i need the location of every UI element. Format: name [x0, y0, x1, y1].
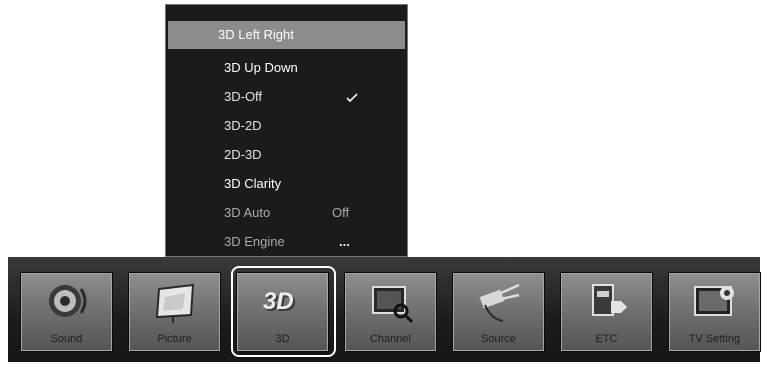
menu-item-3d-off[interactable]: 3D-Off: [168, 83, 405, 111]
tile-label: Picture: [157, 333, 192, 345]
menu-item-2d-3d[interactable]: 2D-3D: [168, 141, 405, 169]
menu-item-3d-engine[interactable]: 3D Engine ...: [168, 228, 405, 256]
menu-item-label: 3D-2D: [224, 118, 262, 133]
menu-item-label: 3D-Off: [224, 89, 263, 104]
menu-item-label: 3D Up Down: [224, 60, 298, 75]
menu-item-value: ...: [339, 234, 350, 249]
menu-item-3d-auto[interactable]: 3D Auto Off: [168, 199, 405, 227]
source-icon: [479, 283, 520, 322]
menu-item-3d-clarity[interactable]: 3D Clarity: [168, 170, 405, 198]
menu-item-label: 3D Auto: [224, 205, 271, 220]
focus-highlight: [231, 266, 336, 357]
menu-item-label: 3D Clarity: [224, 176, 282, 191]
menu-item-label: 3D Left Right: [218, 27, 294, 42]
main-menu-icon-bar: Sound Picture 3D 3D 3D Channel Source ET…: [8, 257, 760, 362]
menu-item-label: 3D Engine: [224, 234, 285, 249]
checkmark-icon: [346, 93, 358, 103]
etc-icon: [592, 284, 627, 316]
menu-item-3d-up-down[interactable]: 3D Up Down: [168, 54, 405, 82]
tile-source[interactable]: Source: [453, 273, 544, 351]
tile-label: TV Setting: [688, 333, 741, 345]
tv-setting-icon: [694, 286, 734, 316]
tile-label: Sound: [50, 333, 83, 345]
tile-sound[interactable]: Sound: [21, 273, 112, 351]
tile-label: Channel: [370, 333, 411, 345]
tile-channel[interactable]: Channel: [345, 273, 436, 351]
channel-icon: [372, 286, 414, 324]
tile-label: Source: [481, 333, 516, 345]
menu-item-3d-2d[interactable]: 3D-2D: [168, 112, 405, 140]
menu-item-value: Off: [332, 205, 350, 220]
tile-etc[interactable]: ETC: [561, 273, 652, 351]
3d-options-menu: 3D Left Right 3D Up Down 3D-Off 3D-2D 2D…: [165, 4, 408, 257]
picture-icon: [155, 283, 195, 323]
tile-label: ETC: [595, 333, 618, 345]
speaker-icon: [49, 285, 87, 317]
tile-tv-setting[interactable]: TV Setting: [669, 273, 760, 351]
tile-picture[interactable]: Picture: [129, 273, 220, 351]
menu-item-3d-left-right[interactable]: 3D Left Right: [168, 21, 405, 49]
menu-item-label: 2D-3D: [224, 147, 262, 162]
